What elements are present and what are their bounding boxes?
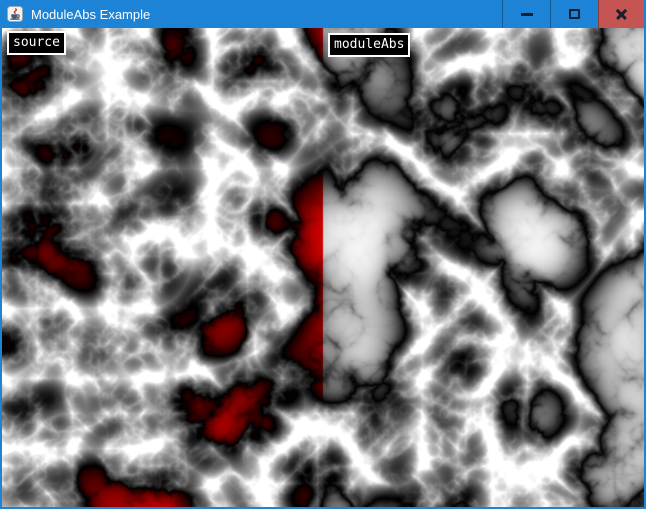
render-area: source moduleAbs (2, 28, 644, 507)
source-panel-label: source (7, 31, 66, 55)
window-title: ModuleAbs Example (31, 7, 150, 22)
app-window: ModuleAbs Example source moduleAbs (0, 0, 646, 509)
maximize-button[interactable] (550, 0, 598, 28)
close-icon (615, 8, 628, 21)
window-controls (502, 0, 646, 28)
titlebar[interactable]: ModuleAbs Example (0, 0, 646, 28)
close-button[interactable] (598, 0, 644, 28)
maximize-icon (569, 9, 580, 19)
minimize-icon (521, 13, 533, 16)
minimize-button[interactable] (502, 0, 550, 28)
java-icon (7, 6, 23, 22)
moduleabs-panel-label: moduleAbs (328, 33, 410, 57)
noise-canvas (2, 28, 644, 507)
